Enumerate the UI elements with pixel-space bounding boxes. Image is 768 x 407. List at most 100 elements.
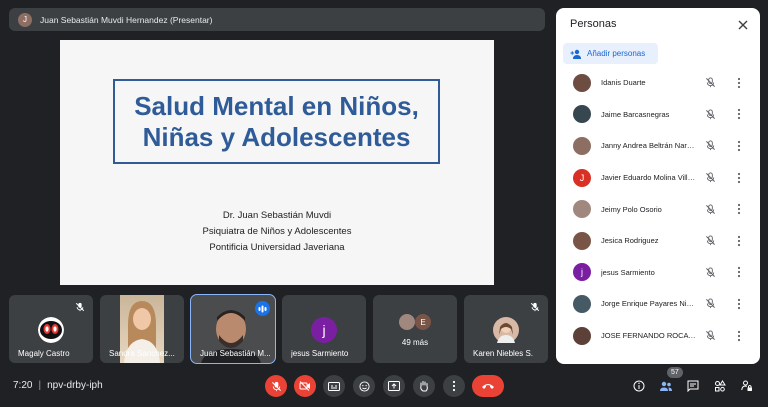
mic-off-icon (706, 330, 715, 341)
more-vert-icon[interactable] (737, 140, 741, 152)
more-vert-icon[interactable] (737, 298, 741, 310)
separator: | (38, 380, 42, 391)
slide-author: Dr. Juan Sebastián Muvdi (222, 210, 332, 221)
mask-avatar (38, 317, 64, 343)
more-vert-icon[interactable] (737, 172, 741, 184)
participant-row[interactable]: J Javier Eduardo Molina Villamil (556, 162, 760, 194)
avatar (573, 73, 591, 92)
more-vert-icon[interactable] (737, 330, 741, 342)
avatar (573, 136, 591, 155)
raise-hand-button[interactable] (413, 375, 435, 397)
participant-tile[interactable]: j jesus Sarmiento (282, 295, 366, 363)
slide-title-line-1: Salud Mental en Niños, (134, 90, 419, 121)
more-participants-tile[interactable]: E 49 más (373, 295, 457, 363)
people-panel: Personas Añadir personas Idanis Duarte Ja… (556, 8, 760, 364)
mic-off-icon (706, 235, 715, 246)
camera-off-icon (299, 381, 310, 391)
presenter-label: Juan Sebastián Muvdi Hernandez (Presenta… (40, 14, 213, 25)
more-vert-icon[interactable] (737, 203, 741, 215)
participant-name: Jorge Enrique Payares Nieto (601, 299, 696, 309)
participant-row[interactable]: j jesus Sarmiento (556, 257, 760, 289)
mic-off-icon (706, 267, 715, 277)
presenter-avatar: J (18, 12, 32, 27)
mic-toggle-button[interactable] (265, 375, 287, 397)
present-screen-icon (388, 381, 400, 391)
people-button[interactable] (659, 379, 673, 393)
avatar (573, 105, 591, 124)
slide-university: Pontificia Universidad Javeriana (209, 242, 345, 253)
mic-off-icon (706, 204, 715, 214)
meeting-time: 7:20 (13, 380, 33, 391)
camera-toggle-button[interactable] (294, 375, 316, 397)
participant-name: Javier Eduardo Molina Villamil (601, 173, 696, 183)
presenter-bar: J Juan Sebastián Muvdi Hernandez (Presen… (9, 8, 545, 31)
participant-row[interactable]: Jeimy Polo Osorio (556, 193, 760, 225)
participant-row[interactable]: JOSE FERNANDO ROCA MORENO (556, 320, 760, 352)
participant-row[interactable]: Jorge Enrique Payares Nieto (556, 288, 760, 320)
more-vert-icon[interactable] (737, 108, 741, 120)
avatar: J (573, 168, 591, 187)
meeting-info: 7:20 | npv-drby-iph (13, 380, 103, 391)
more-vert-icon (452, 380, 456, 392)
more-options-button[interactable] (443, 375, 465, 397)
hand-icon (420, 381, 428, 392)
avatar: E (415, 314, 431, 330)
more-vert-icon[interactable] (737, 266, 741, 278)
avatar (573, 231, 591, 250)
mic-off-icon (75, 302, 85, 312)
meeting-code: npv-drby-iph (47, 380, 103, 391)
mic-off-icon (706, 140, 715, 151)
captions-button[interactable] (323, 375, 345, 397)
tile-name: Juan Sebastián M... (200, 349, 271, 358)
participant-tile[interactable]: Magaly Castro (9, 295, 93, 363)
participant-row[interactable]: Janny Andrea Beltrán Naranjo (556, 130, 760, 162)
chat-icon (687, 380, 699, 392)
participant-tile[interactable]: Karen Niebles S. (464, 295, 548, 363)
participant-name: Jeimy Polo Osorio (601, 204, 662, 214)
presentation-slide: Salud Mental en Niños, Niñas y Adolescen… (60, 40, 494, 285)
tile-name: Karen Niebles S. (473, 349, 534, 358)
participant-name: Jaime Barcasnegras (601, 109, 670, 119)
mic-off-icon (530, 302, 540, 312)
hang-up-icon (482, 384, 494, 389)
participant-row[interactable]: Jesica Rodriguez (556, 225, 760, 257)
speaking-indicator-icon (255, 301, 270, 316)
participant-row[interactable]: Idanis Duarte (556, 67, 760, 99)
captions-icon (328, 381, 340, 391)
mic-off-icon (271, 381, 281, 391)
avatar (573, 326, 591, 345)
emoji-icon (358, 380, 370, 392)
mic-off-icon (706, 172, 715, 183)
leave-call-button[interactable] (472, 375, 504, 397)
tile-avatar: j (311, 317, 337, 343)
slide-title-line-2: Niñas y Adolescentes (142, 121, 411, 152)
tile-name: Magaly Castro (18, 349, 70, 358)
participant-name: JOSE FERNANDO ROCA MORENO (601, 331, 696, 341)
add-people-button[interactable]: Añadir personas (563, 43, 658, 64)
avatar: j (573, 263, 591, 282)
participant-name: jesus Sarmiento (601, 267, 655, 277)
tile-name: Sandra Sanchez... (109, 349, 175, 358)
present-button[interactable] (383, 375, 405, 397)
host-controls-button[interactable] (740, 379, 754, 393)
close-icon[interactable] (737, 19, 749, 31)
add-people-label: Añadir personas (587, 49, 646, 58)
mic-off-icon (706, 298, 715, 309)
participant-tile[interactable]: Sandra Sanchez... (100, 295, 184, 363)
activities-button[interactable] (713, 379, 727, 393)
avatar (573, 200, 591, 219)
more-vert-icon[interactable] (737, 77, 741, 89)
add-person-icon (570, 49, 581, 59)
lock-person-icon (741, 380, 752, 391)
slide-credits: Dr. Juan Sebastián Muvdi Psiquiatra de N… (60, 208, 494, 256)
slide-role: Psiquiatra de Niños y Adolescentes (202, 226, 352, 237)
more-vert-icon[interactable] (737, 235, 741, 247)
slide-title: Salud Mental en Niños, Niñas y Adolescen… (113, 79, 440, 164)
meeting-details-button[interactable] (632, 379, 646, 393)
participant-tile-active-speaker[interactable]: Juan Sebastián M... (190, 294, 276, 364)
activities-icon (715, 380, 726, 392)
chat-button[interactable] (686, 379, 700, 393)
reactions-button[interactable] (353, 375, 375, 397)
people-icon (660, 381, 672, 391)
participant-row[interactable]: Jaime Barcasnegras (556, 99, 760, 131)
